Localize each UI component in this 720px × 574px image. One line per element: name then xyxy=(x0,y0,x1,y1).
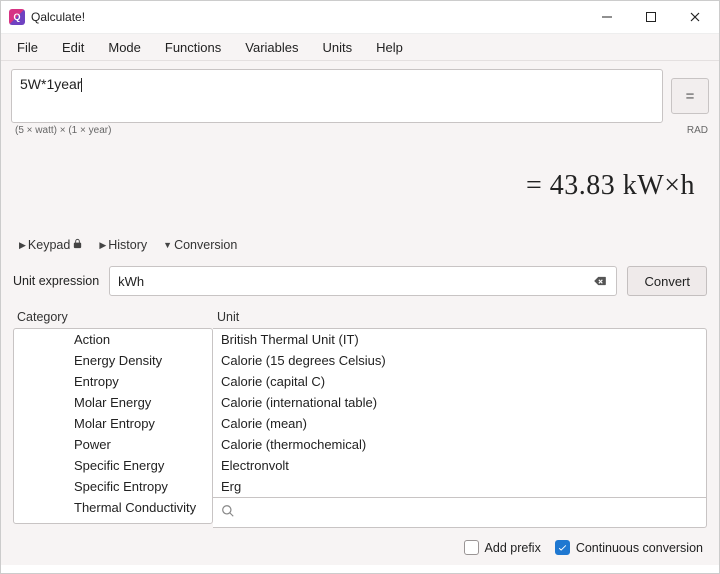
category-item[interactable]: Power xyxy=(14,434,212,455)
unit-header: Unit xyxy=(213,306,707,328)
maximize-button[interactable] xyxy=(629,2,673,32)
angle-mode: RAD xyxy=(687,125,708,136)
unit-item[interactable]: Calorie (capital C) xyxy=(213,371,706,392)
checkbox-checked-icon xyxy=(555,540,570,555)
parsed-expression: (5 × watt) × (1 × year) xyxy=(15,125,111,136)
unit-search-input[interactable] xyxy=(213,498,707,528)
unit-item[interactable]: Calorie (15 degrees Celsius) xyxy=(213,350,706,371)
category-item[interactable]: Specific Entropy xyxy=(14,476,212,497)
expression-text: 5W*1year xyxy=(20,76,81,92)
category-item[interactable]: Molar Entropy xyxy=(14,413,212,434)
keypad-toggle[interactable]: ▶ Keypad xyxy=(13,236,89,254)
caret-right-icon: ▶ xyxy=(56,523,64,524)
category-item[interactable]: Specific Energy xyxy=(14,455,212,476)
unit-item[interactable]: Calorie (international table) xyxy=(213,392,706,413)
menu-units[interactable]: Units xyxy=(311,36,365,59)
caret-right-icon: ▶ xyxy=(19,240,26,251)
window-title: Qalculate! xyxy=(31,10,85,24)
app-icon: Q xyxy=(9,9,25,25)
checkbox-unchecked-icon xyxy=(464,540,479,555)
unit-list[interactable]: British Thermal Unit (IT) Calorie (15 de… xyxy=(213,328,707,498)
category-item[interactable]: Molar Energy xyxy=(14,392,212,413)
category-item[interactable]: Thermal Conductivity xyxy=(14,497,212,518)
category-header: Category xyxy=(13,306,213,328)
category-item[interactable]: Entropy xyxy=(14,371,212,392)
toggle-row: ▶ Keypad ▶ History ▼ Conversion xyxy=(11,232,709,258)
category-item[interactable]: Action xyxy=(14,329,212,350)
convert-button[interactable]: Convert xyxy=(627,266,707,296)
result-display: = 43.83 kW×h xyxy=(11,136,709,232)
menu-bar: File Edit Mode Functions Variables Units… xyxy=(1,33,719,61)
unit-item[interactable]: Calorie (mean) xyxy=(213,413,706,434)
add-prefix-checkbox[interactable]: Add prefix xyxy=(464,540,541,555)
title-bar: Q Qalculate! xyxy=(1,1,719,33)
equals-button[interactable]: = xyxy=(671,78,709,114)
search-icon xyxy=(221,504,235,521)
close-button[interactable] xyxy=(673,2,717,32)
unit-expression-label: Unit expression xyxy=(13,274,99,288)
menu-mode[interactable]: Mode xyxy=(96,36,153,59)
unit-item[interactable]: Erg xyxy=(213,476,706,497)
menu-variables[interactable]: Variables xyxy=(233,36,310,59)
category-list[interactable]: Action Energy Density Entropy Molar Ener… xyxy=(13,328,213,524)
caret-right-icon: ▶ xyxy=(99,240,106,251)
caret-down-icon: ▼ xyxy=(163,240,172,250)
menu-file[interactable]: File xyxy=(5,36,50,59)
category-item-collapsed[interactable]: ▶ Force xyxy=(14,518,212,524)
unit-item[interactable]: British Thermal Unit (IT) xyxy=(213,329,706,350)
unit-item[interactable]: Calorie (thermochemical) xyxy=(213,434,706,455)
unit-expression-input[interactable]: kWh xyxy=(109,266,617,296)
minimize-button[interactable] xyxy=(585,2,629,32)
conversion-toggle[interactable]: ▼ Conversion xyxy=(157,236,243,254)
menu-edit[interactable]: Edit xyxy=(50,36,96,59)
lock-icon xyxy=(70,238,83,252)
history-toggle[interactable]: ▶ History xyxy=(93,236,153,254)
clear-input-icon[interactable] xyxy=(592,273,608,289)
category-item[interactable]: Energy Density xyxy=(14,350,212,371)
menu-help[interactable]: Help xyxy=(364,36,415,59)
expression-input[interactable]: 5W*1year xyxy=(11,69,663,123)
unit-item[interactable]: Electronvolt xyxy=(213,455,706,476)
continuous-conversion-checkbox[interactable]: Continuous conversion xyxy=(555,540,703,555)
menu-functions[interactable]: Functions xyxy=(153,36,233,59)
